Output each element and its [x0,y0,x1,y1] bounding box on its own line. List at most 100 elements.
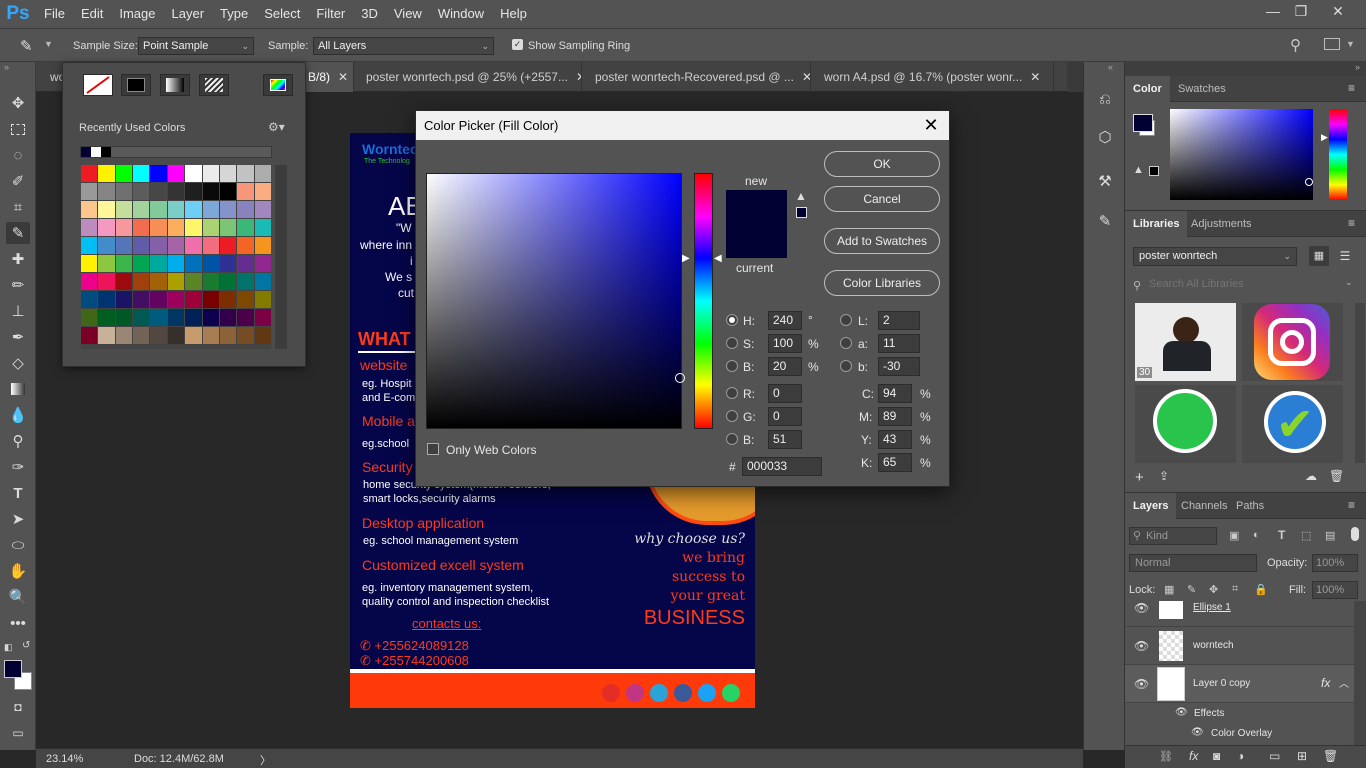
swatch-cell[interactable] [115,165,133,182]
swatch-cell[interactable] [81,291,98,308]
tab-close-icon[interactable]: ✕ [802,70,810,84]
swatch-cell[interactable] [81,255,98,272]
swatch-cell[interactable] [237,237,254,254]
swatch-cell[interactable] [81,327,98,344]
swatch-cell[interactable] [167,291,185,308]
screen-mode-icon[interactable]: ▭ [6,722,30,744]
swatch-cell[interactable] [202,219,219,236]
recent-color-1[interactable] [81,147,91,157]
cloud-sync-icon[interactable]: ☁ [1305,469,1317,483]
type-tool-icon[interactable]: T [6,482,30,504]
swatch-cell[interactable] [219,219,237,236]
menu-layer[interactable]: Layer [164,0,213,28]
visibility-eye-icon[interactable]: 👁 [1134,639,1149,653]
folder-icon[interactable]: ▭ [1269,749,1280,763]
move-tool-icon[interactable]: ✥ [6,92,30,114]
ellipse-tool-icon[interactable]: ⬭ [6,534,30,556]
pen-tool-icon[interactable]: ✑ [6,456,30,478]
minimize-button[interactable]: — [1258,0,1288,24]
swatch-cell[interactable] [237,309,254,326]
tab-doc-5[interactable]: worn A4.psd @ 16.7% (poster wonr... ✕ [816,62,1054,92]
swatch-cell[interactable] [98,327,115,344]
hue-slider[interactable] [1329,109,1347,200]
trash-icon[interactable]: 🗑 [1329,469,1344,483]
workspace-icon[interactable] [1324,38,1340,50]
swatch-cell[interactable] [219,291,237,308]
fx-icon[interactable]: fx [1189,749,1198,763]
swatch-cell[interactable] [150,291,167,308]
swatch-cell[interactable] [254,255,271,272]
radio-l[interactable] [840,314,852,326]
swatch-cell[interactable] [150,201,167,218]
quick-selection-tool-icon[interactable]: ✐ [6,170,30,192]
healing-brush-tool-icon[interactable]: ✚ [6,248,30,270]
swatch-cell[interactable] [115,183,133,200]
sample-select[interactable]: All Layers ⌄ [313,37,494,55]
swatch-cell[interactable] [133,309,150,326]
lock-transparent-icon[interactable]: ▦ [1164,583,1174,596]
color-picker-swatch[interactable] [263,74,293,96]
color-libraries-button[interactable]: Color Libraries [824,270,940,296]
recent-color-3[interactable] [101,147,111,157]
dialog-close-button[interactable]: ✕ [919,111,943,140]
new-layer-icon[interactable]: ⊞ [1297,749,1307,763]
close-window-button[interactable]: ✕ [1323,0,1353,24]
visibility-eye-icon[interactable]: 👁 [1191,727,1204,738]
swatch-cell[interactable] [133,183,150,200]
y-field[interactable]: 43 [878,430,912,449]
swatch-cell[interactable] [185,327,202,344]
solid-fill-swatch[interactable] [121,74,151,96]
color-field[interactable] [1170,109,1313,200]
swatch-cell[interactable] [237,165,254,182]
swatch-cell[interactable] [98,309,115,326]
filter-shape-icon[interactable]: ⬚ [1301,529,1311,542]
tab-adjustments[interactable]: Adjustments [1183,211,1260,237]
swatch-cell[interactable] [81,237,98,254]
panel-fg-swatch[interactable] [1133,114,1153,132]
swatch-cell[interactable] [254,291,271,308]
chevron-down-icon[interactable]: ▼ [44,39,53,49]
library-search-input[interactable] [1149,275,1339,293]
radio-g[interactable] [726,410,738,422]
menu-window[interactable]: Window [430,0,492,28]
more-tools-icon[interactable]: ••• [6,612,30,634]
layer-row-ellipse[interactable]: 👁 Ellipse 1 [1125,601,1366,627]
swatch-cell[interactable] [167,255,185,272]
swap-colors-icon[interactable]: ↺ [22,640,30,651]
swatch-cell[interactable] [133,255,150,272]
eyedropper-tool-icon[interactable]: ✎ [20,37,33,55]
swatch-cell[interactable] [115,327,133,344]
recent-color-2[interactable] [91,147,101,157]
swatch-cell[interactable] [98,201,115,218]
hue-slider-right-arrow[interactable]: ◀ [714,253,722,264]
radio-a[interactable] [840,337,852,349]
link-layers-icon[interactable]: ⛓ [1159,750,1173,763]
visibility-eye-icon[interactable]: 👁 [1175,707,1188,718]
trash-icon[interactable]: 🗑 [1323,749,1338,763]
swatch-cell[interactable] [185,255,202,272]
chevron-down-icon[interactable]: ⌄ [1345,277,1353,288]
tab-close-icon[interactable]: ✕ [338,70,348,84]
filter-toggle[interactable] [1351,527,1359,541]
path-selection-tool-icon[interactable]: ➤ [6,508,30,530]
swatch-cell[interactable] [219,201,237,218]
filter-smart-icon[interactable]: ▤ [1325,529,1335,542]
menu-help[interactable]: Help [492,0,535,28]
tab-close-icon[interactable]: ✕ [576,70,581,84]
swatch-cell[interactable] [237,219,254,236]
swatch-cell[interactable] [98,237,115,254]
lock-all-icon[interactable]: 🔒 [1254,583,1268,596]
menu-filter[interactable]: Filter [308,0,353,28]
tab-doc-3[interactable]: poster wonrtech.psd @ 25% (+2557... ✕ [358,62,582,92]
swatch-cell[interactable] [202,309,219,326]
swatch-cell[interactable] [237,201,254,218]
swatch-cell[interactable] [185,273,202,290]
add-to-swatches-button[interactable]: Add to Swatches [824,228,940,254]
only-web-colors-checkbox[interactable] [427,443,439,455]
cancel-button[interactable]: Cancel [824,186,940,212]
filter-adjust-icon[interactable]: ◐ [1253,529,1260,541]
swatch-cell[interactable] [254,273,271,290]
radio-s[interactable] [726,337,738,349]
swatch-cell[interactable] [150,237,167,254]
swatch-cell[interactable] [167,273,185,290]
